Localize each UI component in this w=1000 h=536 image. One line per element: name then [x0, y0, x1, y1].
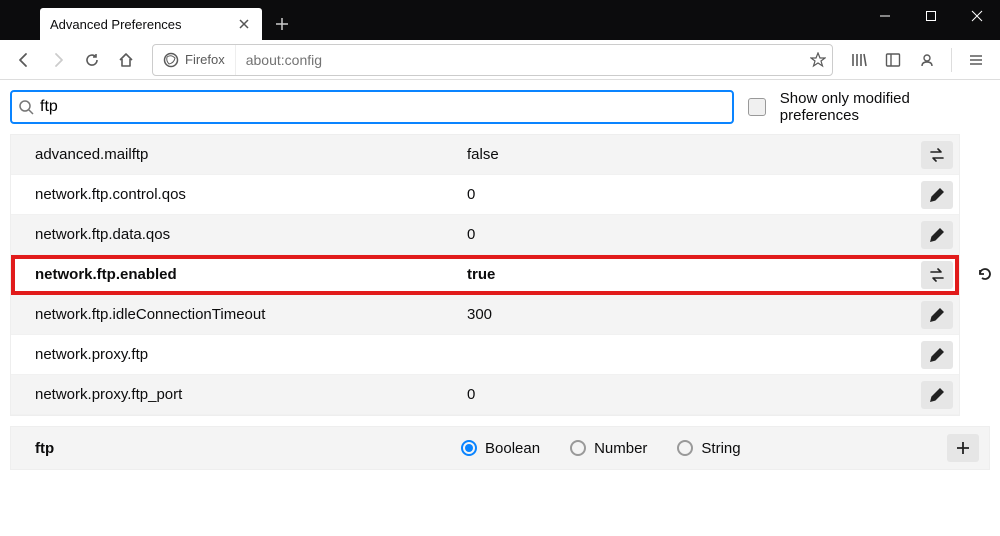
account-button[interactable] — [911, 44, 943, 76]
maximize-button[interactable] — [908, 0, 954, 32]
pref-key: network.ftp.idleConnectionTimeout — [11, 306, 461, 323]
add-pref-button[interactable] — [947, 434, 979, 462]
pref-value: 0 — [461, 386, 915, 403]
pref-key: network.ftp.control.qos — [11, 186, 461, 203]
add-pref-row: ftp Boolean Number String — [10, 426, 990, 470]
pref-row: network.proxy.ftp — [11, 335, 959, 375]
back-button[interactable] — [8, 44, 40, 76]
pref-row: network.ftp.enabledtrue — [11, 255, 959, 295]
toggle-button[interactable] — [921, 141, 953, 169]
browser-toolbar: Firefox about:config — [0, 40, 1000, 80]
library-button[interactable] — [843, 44, 875, 76]
pref-key: advanced.mailftp — [11, 146, 461, 163]
pref-row: network.ftp.idleConnectionTimeout300 — [11, 295, 959, 335]
pref-value: 0 — [461, 226, 915, 243]
add-pref-name: ftp — [11, 440, 461, 457]
reset-button[interactable] — [970, 254, 1000, 294]
search-icon — [18, 99, 34, 115]
pref-key: network.ftp.enabled — [11, 266, 461, 283]
pref-value: true — [461, 266, 915, 283]
toggle-button[interactable] — [921, 261, 953, 289]
pref-search-box[interactable] — [10, 90, 734, 124]
edit-button[interactable] — [921, 301, 953, 329]
tab-title: Advanced Preferences — [50, 17, 236, 32]
pref-row: network.ftp.data.qos0 — [11, 215, 959, 255]
edit-button[interactable] — [921, 341, 953, 369]
identity-label: Firefox — [185, 52, 225, 67]
type-radios: Boolean Number String — [461, 440, 945, 457]
pref-key: network.proxy.ftp_port — [11, 386, 461, 403]
site-identity[interactable]: Firefox — [153, 45, 236, 75]
sidebar-button[interactable] — [877, 44, 909, 76]
prefs-list: advanced.mailftpfalsenetwork.ftp.control… — [10, 134, 960, 416]
url-text: about:config — [236, 52, 804, 68]
pref-key: network.ftp.data.qos — [11, 226, 461, 243]
show-modified-checkbox[interactable] — [748, 98, 766, 116]
close-window-button[interactable] — [954, 0, 1000, 32]
home-button[interactable] — [110, 44, 142, 76]
radio-label: Boolean — [485, 440, 540, 457]
pref-row: network.ftp.control.qos0 — [11, 175, 959, 215]
pref-key: network.proxy.ftp — [11, 346, 461, 363]
type-radio-number[interactable]: Number — [570, 440, 647, 457]
bookmark-star-icon[interactable] — [804, 52, 832, 68]
forward-button[interactable] — [42, 44, 74, 76]
show-modified-label: Show only modified preferences — [780, 90, 990, 124]
search-row: Show only modified preferences — [0, 80, 1000, 134]
reload-button[interactable] — [76, 44, 108, 76]
edit-button[interactable] — [921, 181, 953, 209]
edit-button[interactable] — [921, 381, 953, 409]
menu-button[interactable] — [960, 44, 992, 76]
firefox-icon — [163, 52, 179, 68]
pref-search-input[interactable] — [34, 98, 726, 116]
new-tab-button[interactable] — [266, 8, 298, 40]
pref-value: 0 — [461, 186, 915, 203]
url-bar[interactable]: Firefox about:config — [152, 44, 833, 76]
window-titlebar: Advanced Preferences — [0, 0, 1000, 40]
close-tab-icon[interactable] — [236, 16, 252, 32]
pref-row: network.proxy.ftp_port0 — [11, 375, 959, 415]
radio-label: String — [701, 440, 740, 457]
minimize-button[interactable] — [862, 0, 908, 32]
pref-value: 300 — [461, 306, 915, 323]
browser-tab[interactable]: Advanced Preferences — [40, 8, 262, 40]
window-controls — [862, 0, 1000, 40]
pref-value: false — [461, 146, 915, 163]
radio-label: Number — [594, 440, 647, 457]
pref-row: advanced.mailftpfalse — [11, 135, 959, 175]
type-radio-boolean[interactable]: Boolean — [461, 440, 540, 457]
edit-button[interactable] — [921, 221, 953, 249]
type-radio-string[interactable]: String — [677, 440, 740, 457]
